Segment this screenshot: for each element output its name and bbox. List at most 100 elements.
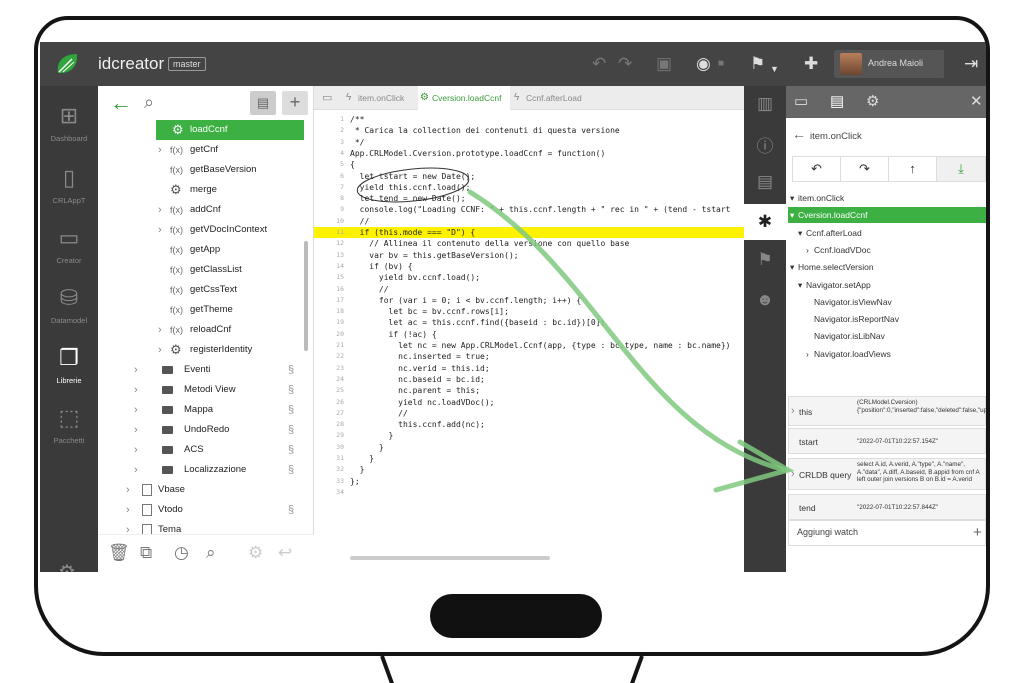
code-line[interactable]: 27 //	[314, 408, 744, 419]
rail-pacchetti[interactable]: ⬚ Pacchetti	[40, 406, 98, 446]
link-icon[interactable]: §	[288, 500, 294, 520]
code-line[interactable]: 3 */	[314, 137, 744, 148]
tree-item[interactable]: › Localizzazione §	[98, 460, 314, 480]
code-line[interactable]: 7 yield this.ccnf.load();	[314, 182, 744, 193]
user-menu[interactable]: Andrea Maioli	[834, 50, 944, 78]
code-line[interactable]: 30 }	[314, 442, 744, 453]
expander-icon[interactable]: ▾	[796, 225, 806, 241]
chevron-right-icon[interactable]: ›	[134, 360, 138, 380]
code-line[interactable]: 1 /**	[314, 114, 744, 125]
code-line[interactable]: 8 let tend = new Date();	[314, 193, 744, 204]
link-icon[interactable]: §	[288, 440, 294, 460]
back-arrow-icon[interactable]: ←	[792, 126, 806, 142]
code-horizontal-scrollbar[interactable]	[350, 556, 550, 560]
redo-icon[interactable]: ↷	[618, 54, 632, 74]
eye-off-icon[interactable]: ◉	[696, 54, 711, 74]
tab-item-onclick[interactable]: ϟ item.onClick	[344, 86, 416, 110]
code-line[interactable]: 32 }	[314, 464, 744, 475]
expander-icon[interactable]: ▾	[788, 259, 798, 275]
code-line[interactable]: 26 yield nc.loadVDoc();	[314, 397, 744, 408]
expander-icon[interactable]: ›	[804, 242, 814, 258]
rail-crlappt[interactable]: ▯ CRLAppT	[40, 166, 98, 206]
expander-icon[interactable]: ›	[804, 346, 814, 362]
code-line[interactable]: 16 //	[314, 284, 744, 295]
call-stack-item[interactable]: › Navigator.loadViews	[804, 346, 986, 362]
info-icon[interactable]: ⓘ	[744, 132, 786, 157]
settings-icon[interactable]: ⚙	[866, 92, 879, 110]
code-line[interactable]: 14 if (bv) {	[314, 261, 744, 272]
dropdown-icon[interactable]: ▼	[770, 59, 779, 79]
chevron-right-icon[interactable]: ›	[134, 440, 138, 460]
code-line[interactable]: 29 }	[314, 430, 744, 441]
call-stack-item[interactable]: ▾ Ccnf.afterLoad	[796, 225, 986, 241]
tree-item[interactable]: › f(x) addCnf	[98, 200, 314, 220]
call-stack-item[interactable]: › Ccnf.loadVDoc	[804, 242, 986, 258]
tree-item[interactable]: › Eventi §	[98, 360, 314, 380]
chevron-right-icon[interactable]: ›	[791, 405, 795, 417]
code-line[interactable]: 12 // Allinea il contenuto della version…	[314, 238, 744, 249]
save-icon[interactable]: ▣	[656, 54, 672, 74]
tree-item[interactable]: f(x) getBaseVersion	[98, 160, 314, 180]
watch-row[interactable]: › CRLDB query select A.id, A.verid, A."typ…	[788, 458, 986, 490]
code-line[interactable]: 22 nc.inserted = true;	[314, 351, 744, 362]
duplicate-icon[interactable]: ⧉	[140, 543, 152, 563]
watch-row[interactable]: tstart "2022-07-01T10:22:57.154Z"	[788, 428, 986, 454]
expander-icon[interactable]: ▾	[796, 277, 806, 293]
tree-item[interactable]: › Vtodo §	[98, 500, 314, 520]
code-line[interactable]: 15 yield bv.ccnf.load();	[314, 272, 744, 283]
code-line[interactable]: 33};	[314, 476, 744, 487]
tree-item[interactable]: › Metodi View §	[98, 380, 314, 400]
watch-row[interactable]: › this (CRLModel.Cversion) {"position":0,"…	[788, 396, 986, 426]
call-stack-item[interactable]: ▾ item.onClick	[788, 190, 986, 206]
add-user-icon[interactable]: ✚	[804, 54, 818, 74]
call-stack-item[interactable]: ▾ Navigator.setApp	[796, 277, 986, 293]
tree-item[interactable]: f(x) getApp	[98, 240, 314, 260]
link-icon[interactable]: §	[288, 400, 294, 420]
device-home-button[interactable]	[430, 594, 602, 638]
search-icon[interactable]: ⌕	[144, 92, 154, 113]
chevron-right-icon[interactable]: ›	[126, 500, 130, 520]
chevron-right-icon[interactable]: ›	[134, 380, 138, 400]
code-line[interactable]: 23 nc.verid = this.id;	[314, 363, 744, 374]
tree-item[interactable]: f(x) getCssText	[98, 280, 314, 300]
save-tree-icon[interactable]: ▤	[250, 91, 276, 115]
rail-datamodel[interactable]: ⛁ Datamodel	[40, 286, 98, 326]
list-icon[interactable]: ▤	[830, 92, 844, 110]
rail-dashboard[interactable]: ⊞ Dashboard	[40, 104, 98, 144]
undo-link-icon[interactable]: ↩	[278, 543, 292, 563]
tab-cversion-loadccnf[interactable]: ⚙ Cversion.loadCcnf	[418, 86, 510, 110]
chevron-right-icon[interactable]: ›	[134, 400, 138, 420]
toggle-icon[interactable]: ■	[718, 54, 724, 74]
link-icon[interactable]: §	[288, 460, 294, 480]
link-icon[interactable]: §	[288, 360, 294, 380]
add-watch-row[interactable]: Aggiungi watch +	[788, 520, 986, 546]
plus-icon[interactable]: +	[973, 524, 982, 541]
call-stack-item[interactable]: ▾ Home.selectVersion	[788, 259, 986, 275]
tree-item[interactable]: ⚙ merge	[98, 180, 314, 200]
console-icon[interactable]: ▭	[794, 92, 808, 110]
code-line[interactable]: 20 if (!ac) {	[314, 329, 744, 340]
signpost-icon[interactable]: ⚑	[750, 54, 765, 74]
code-line[interactable]: 18 let bc = bv.ccnf.rows[i];	[314, 306, 744, 317]
rail-librerie[interactable]: ❐ Librerie	[40, 346, 98, 386]
chevron-right-icon[interactable]: ›	[158, 340, 162, 360]
code-line[interactable]: 9 console.log("Loading CCNF: " + this.cc…	[314, 204, 744, 215]
undo-icon[interactable]: ↶	[592, 54, 606, 74]
code-line[interactable]: 5{	[314, 159, 744, 170]
chevron-right-icon[interactable]: ›	[134, 460, 138, 480]
code-line[interactable]: 25 nc.parent = this;	[314, 385, 744, 396]
code-line[interactable]: 10 //	[314, 216, 744, 227]
tree-item[interactable]: › ⚙ registerIdentity	[98, 340, 314, 360]
call-stack-item[interactable]: Navigator.isReportNav	[804, 311, 986, 327]
tree-item[interactable]: › ACS §	[98, 440, 314, 460]
code-line[interactable]: 24 nc.baseid = bc.id;	[314, 374, 744, 385]
code-line[interactable]: 4 App.CRLModel.Cversion.prototype.loadCcn…	[314, 148, 744, 159]
tree-item[interactable]: ⚙ loadCcnf	[156, 120, 304, 140]
logout-icon[interactable]: ⇥	[964, 54, 978, 74]
code-line[interactable]: 19 let ac = this.ccnf.find({baseid : bc.…	[314, 317, 744, 328]
code-line[interactable]: 31 }	[314, 453, 744, 464]
expander-icon[interactable]: ▾	[788, 190, 798, 206]
gear-icon[interactable]: ⚙	[248, 543, 263, 563]
chevron-right-icon[interactable]: ›	[126, 480, 130, 500]
inspect-icon[interactable]: ⌕	[206, 543, 216, 563]
